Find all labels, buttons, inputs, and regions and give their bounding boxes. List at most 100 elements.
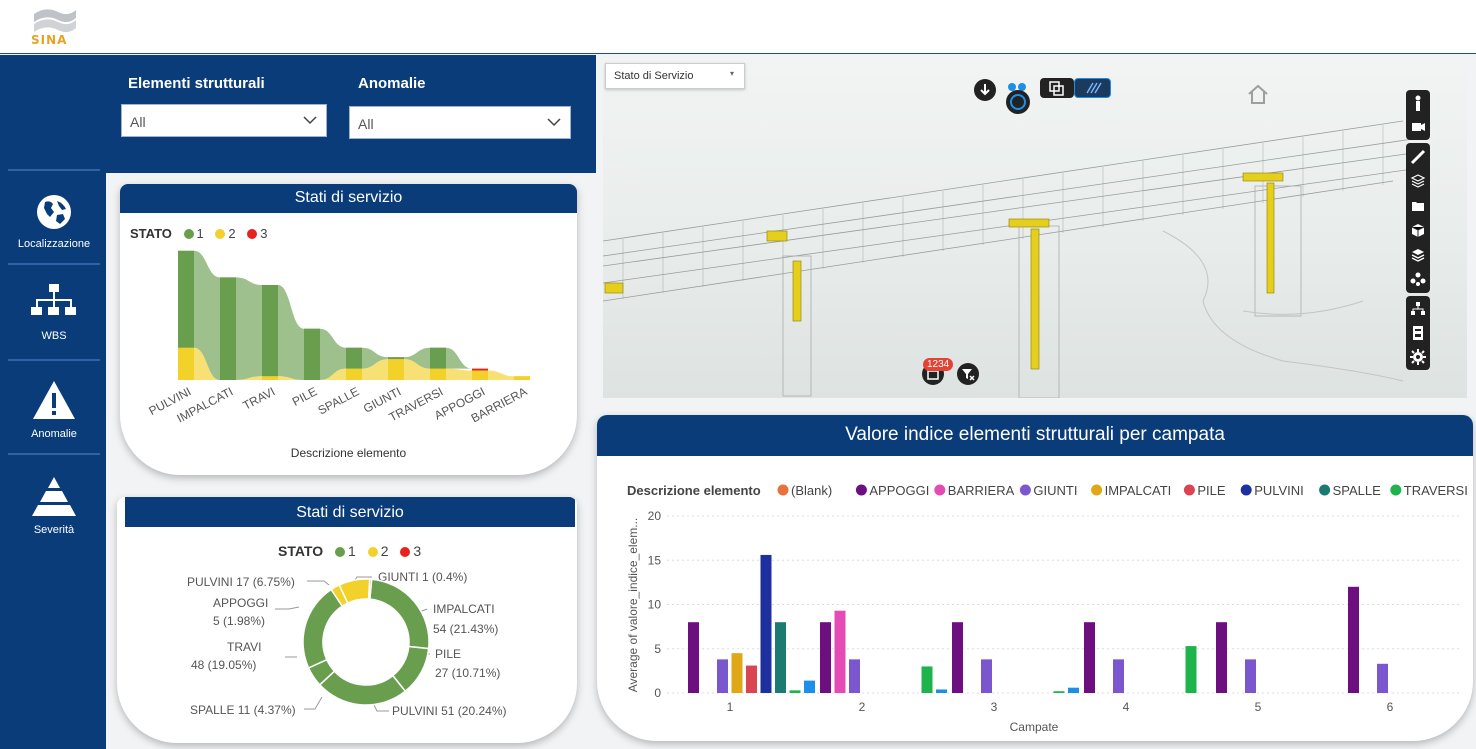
bar-stato-1[interactable] bbox=[388, 357, 404, 360]
globe-icon bbox=[37, 195, 71, 229]
sidebar-divider bbox=[8, 453, 100, 455]
bar-appoggi[interactable] bbox=[820, 622, 831, 693]
sidebar-item-wbs[interactable]: WBS bbox=[8, 283, 100, 342]
bar-stato-1[interactable] bbox=[178, 250, 194, 348]
explode-icon[interactable] bbox=[1407, 268, 1429, 290]
bar-travi[interactable] bbox=[1068, 687, 1079, 693]
anomalie-select[interactable]: All bbox=[349, 106, 571, 139]
bar-stato-2[interactable] bbox=[514, 376, 530, 380]
bar-travi[interactable] bbox=[804, 680, 815, 693]
sidebar-item-severita[interactable]: Severità bbox=[8, 475, 100, 536]
bar-stato-1[interactable] bbox=[430, 347, 446, 369]
bar-giunti[interactable] bbox=[1377, 663, 1388, 693]
selection-count-badge: 1234 bbox=[923, 358, 954, 371]
orbit-button[interactable] bbox=[1006, 90, 1030, 114]
legend-item[interactable]: PULVINI bbox=[1254, 483, 1304, 498]
bar-barriera[interactable] bbox=[834, 610, 846, 693]
home-icon[interactable] bbox=[1246, 83, 1270, 105]
bar-appoggi[interactable] bbox=[688, 622, 699, 693]
bar-stato-2[interactable] bbox=[388, 359, 404, 380]
right-toolbar-tools bbox=[1406, 143, 1430, 293]
donut-label: GIUNTI 1 (0.4%) bbox=[378, 570, 467, 584]
sidebar-item-label: WBS bbox=[41, 330, 67, 342]
section-box-icon[interactable] bbox=[1407, 170, 1429, 192]
clear-filter-button[interactable] bbox=[957, 363, 979, 385]
bar-stato-1[interactable] bbox=[220, 277, 236, 380]
elementi-select[interactable]: All bbox=[121, 104, 327, 137]
sidebar: Localizzazione WBS Anomalie Severità bbox=[0, 55, 106, 749]
bar-pulvini[interactable] bbox=[760, 554, 772, 693]
donut-label: 5 (1.98%) bbox=[213, 614, 265, 628]
bar-giunti[interactable] bbox=[849, 659, 860, 693]
bar-stato-1[interactable] bbox=[346, 347, 362, 369]
dropdown-pin-button[interactable] bbox=[974, 79, 996, 101]
layers-icon[interactable] bbox=[1407, 244, 1429, 266]
bar-stato-2[interactable] bbox=[430, 368, 446, 380]
bar-traversi[interactable] bbox=[1053, 691, 1065, 693]
donut-slice[interactable] bbox=[369, 578, 430, 650]
donut-slice[interactable] bbox=[302, 588, 344, 669]
x-tick-label: 4 bbox=[1123, 700, 1130, 714]
bar-appoggi[interactable] bbox=[1084, 622, 1095, 693]
tree-icon[interactable] bbox=[1407, 298, 1429, 320]
legend-item[interactable]: (Blank) bbox=[791, 483, 832, 498]
bar-appoggi[interactable] bbox=[952, 622, 963, 693]
cube-icon[interactable] bbox=[1407, 220, 1429, 242]
properties-icon[interactable] bbox=[1407, 322, 1429, 344]
legend-item[interactable]: PILE bbox=[1197, 483, 1226, 498]
donut-label: SPALLE 11 (4.37%) bbox=[190, 703, 296, 717]
link-button[interactable] bbox=[1006, 79, 1028, 91]
bar-stato-1[interactable] bbox=[262, 285, 278, 377]
section-button[interactable] bbox=[1040, 78, 1074, 98]
bim-viewer[interactable]: Stato di Servizio ▾ 1234 bbox=[603, 61, 1467, 398]
person-icon[interactable] bbox=[1407, 93, 1429, 115]
bar-giunti[interactable] bbox=[981, 659, 992, 693]
bar-giunti[interactable] bbox=[717, 659, 728, 693]
bar-stato-2[interactable] bbox=[262, 376, 278, 380]
xray-button[interactable] bbox=[1074, 78, 1111, 98]
bar-giunti[interactable] bbox=[1245, 659, 1256, 693]
bar-stato-2[interactable] bbox=[472, 370, 488, 381]
bar-traversi[interactable] bbox=[789, 690, 801, 693]
ruler-icon[interactable] bbox=[1407, 146, 1429, 168]
bar-stato-1[interactable] bbox=[304, 328, 320, 380]
legend-item[interactable]: IMPALCATI bbox=[1105, 483, 1172, 498]
bar-traversi[interactable] bbox=[1185, 646, 1197, 693]
legend-item[interactable]: APPOGGI bbox=[869, 483, 929, 498]
gear-icon[interactable] bbox=[1407, 346, 1429, 368]
stato-servizio-dropdown[interactable]: Stato di Servizio ▾ bbox=[605, 63, 745, 89]
bar-appoggi[interactable] bbox=[1216, 622, 1227, 693]
legend-item[interactable]: BARRIERA bbox=[948, 483, 1015, 498]
sidebar-item-anomalie[interactable]: Anomalie bbox=[8, 379, 100, 440]
ribbon-tick-label: SPALLE bbox=[316, 384, 362, 417]
legend-item[interactable]: SPALLE bbox=[1333, 483, 1382, 498]
bar-appoggi[interactable] bbox=[1348, 586, 1359, 693]
bar-stato-2[interactable] bbox=[346, 368, 362, 380]
stati-ribbon-card: Stati di servizio STATO 1 2 3 PULVINI IMP… bbox=[120, 184, 577, 475]
donut-slice[interactable] bbox=[318, 670, 407, 706]
orbit-icon bbox=[1010, 94, 1026, 110]
folder-icon[interactable] bbox=[1407, 195, 1429, 217]
legend-swatch bbox=[1240, 484, 1252, 496]
x-tick-label: 3 bbox=[991, 700, 998, 714]
bar-traversi[interactable] bbox=[921, 666, 933, 693]
legend-swatch bbox=[934, 484, 946, 496]
donut-label: 27 (10.71%) bbox=[435, 666, 500, 680]
bar-spalle[interactable] bbox=[775, 622, 786, 693]
bar-pile[interactable] bbox=[746, 665, 757, 693]
sidebar-item-localizzazione[interactable]: Localizzazione bbox=[8, 193, 100, 250]
bar-stato-3[interactable] bbox=[472, 368, 488, 371]
bar-stato-2[interactable] bbox=[178, 347, 194, 380]
filter-title-elementi: Elementi strutturali bbox=[128, 75, 265, 92]
legend-item[interactable]: TRAVERSI bbox=[1404, 483, 1468, 498]
bar-impalcati[interactable] bbox=[731, 653, 743, 693]
legend-item[interactable]: GIUNTI bbox=[1033, 483, 1077, 498]
bridge-model bbox=[603, 120, 1414, 398]
x-tick-label: 6 bbox=[1387, 700, 1394, 714]
bar-giunti[interactable] bbox=[1113, 659, 1124, 693]
bar-travi[interactable] bbox=[936, 689, 947, 693]
camera-icon[interactable] bbox=[1407, 116, 1429, 138]
legend-swatch bbox=[777, 484, 789, 496]
dashboard: SINA Localizzazione WBS Anomalie Severit… bbox=[0, 0, 1476, 749]
sidebar-item-label: Localizzazione bbox=[17, 238, 91, 250]
